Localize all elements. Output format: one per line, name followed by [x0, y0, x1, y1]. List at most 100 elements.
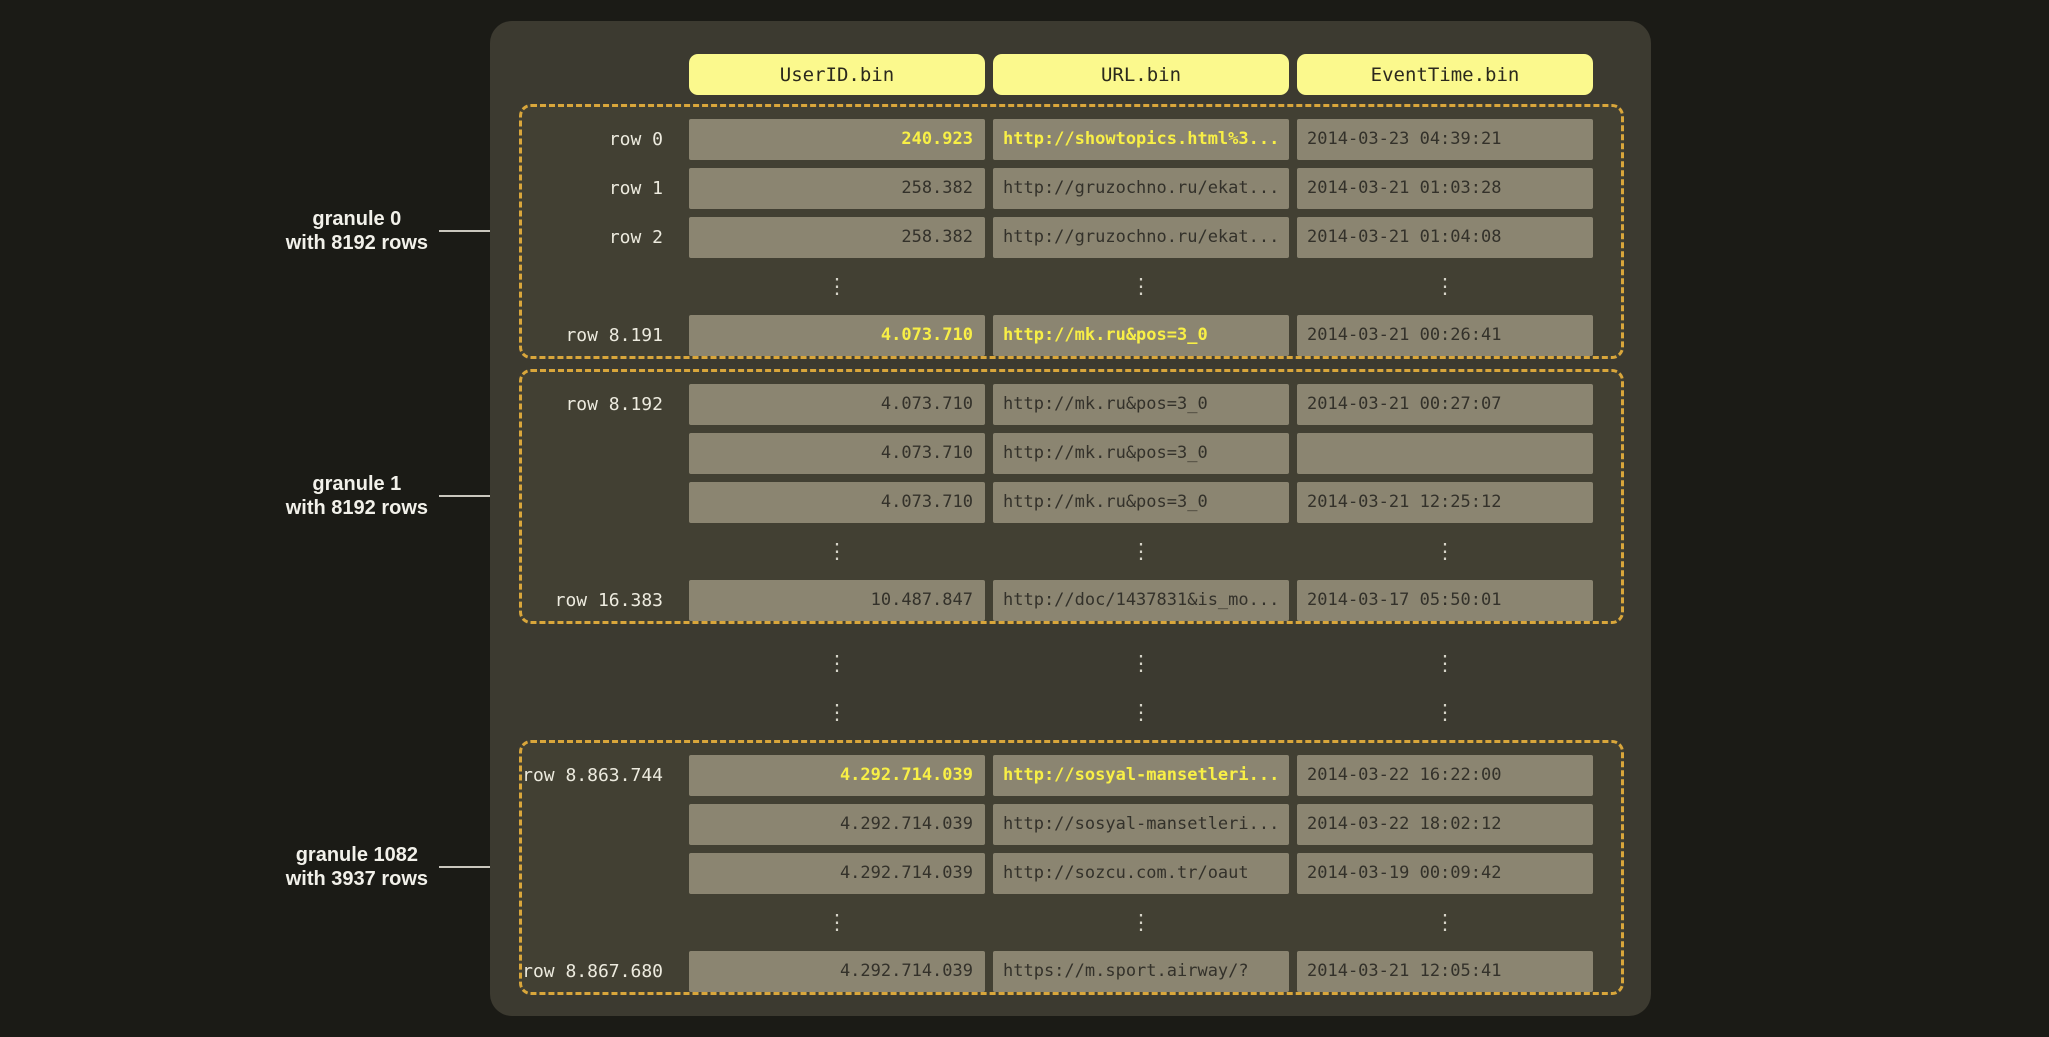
ellipsis-row: ⋮ ⋮ ⋮	[490, 902, 1651, 943]
cell-userid: 4.292.714.039	[689, 804, 985, 845]
cell-url: http://gruzochno.ru/ekat...	[993, 168, 1289, 209]
table-row: row 16.383 10.487.847 http://doc/1437831…	[490, 580, 1651, 621]
ellipsis-glyph: ⋮	[1297, 531, 1593, 572]
granule-name: granule 0	[286, 207, 428, 231]
cell-url: http://sosyal-mansetleri...	[993, 804, 1289, 845]
ellipsis-glyph: ⋮	[993, 692, 1289, 733]
cell-userid: 240.923	[689, 119, 985, 160]
cell-eventtime: 2014-03-22 18:02:12	[1297, 804, 1593, 845]
cell-url: http://mk.ru&pos=3_0	[993, 315, 1289, 356]
ellipsis-glyph: ⋮	[689, 266, 985, 307]
table-row: 4.292.714.039 http://sosyal-mansetleri..…	[490, 804, 1651, 845]
granule-1-label: granule 1 with 8192 rows	[286, 472, 516, 520]
cell-eventtime: 2014-03-21 01:03:28	[1297, 168, 1593, 209]
granule-rowcount: with 8192 rows	[286, 496, 428, 520]
cell-userid: 4.073.710	[689, 315, 985, 356]
ellipsis-glyph: ⋮	[993, 643, 1289, 684]
granule-1082-label-text: granule 1082 with 3937 rows	[286, 843, 428, 891]
ellipsis-glyph: ⋮	[993, 266, 1289, 307]
cell-url: http://doc/1437831&is_mo...	[993, 580, 1289, 621]
separator-ellipsis-row: ⋮ ⋮ ⋮	[490, 643, 1651, 684]
ellipsis-glyph: ⋮	[1297, 643, 1593, 684]
cell-eventtime: 2014-03-21 12:25:12	[1297, 482, 1593, 523]
cell-eventtime: 2014-03-23 04:39:21	[1297, 119, 1593, 160]
cell-userid: 258.382	[689, 168, 985, 209]
row-label	[490, 692, 681, 733]
ellipsis-glyph: ⋮	[689, 692, 985, 733]
row-label: row 8.863.744	[490, 755, 681, 796]
cell-url: http://mk.ru&pos=3_0	[993, 482, 1289, 523]
row-label: row 0	[490, 119, 681, 160]
cell-eventtime: 2014-03-21 12:05:41	[1297, 951, 1593, 992]
table-row: row 0 240.923 http://showtopics.html%3..…	[490, 119, 1651, 160]
cell-url: https://m.sport.airway/?	[993, 951, 1289, 992]
table-row: 4.073.710 http://mk.ru&pos=3_0	[490, 433, 1651, 474]
cell-eventtime: 2014-03-22 16:22:00	[1297, 755, 1593, 796]
table-row: row 2 258.382 http://gruzochno.ru/ekat..…	[490, 217, 1651, 258]
cell-url: http://sozcu.com.tr/oaut	[993, 853, 1289, 894]
cell-eventtime	[1297, 433, 1593, 474]
cell-userid: 4.073.710	[689, 384, 985, 425]
table-row: 4.073.710 http://mk.ru&pos=3_0 2014-03-2…	[490, 482, 1651, 523]
row-label: row 16.383	[490, 580, 681, 621]
ellipsis-row: ⋮ ⋮ ⋮	[490, 266, 1651, 307]
cell-eventtime: 2014-03-21 00:27:07	[1297, 384, 1593, 425]
column-files-panel: UserID.bin URL.bin EventTime.bin row 0 2…	[490, 21, 1651, 1016]
row-label	[490, 643, 681, 684]
row-label	[490, 531, 681, 572]
cell-userid: 4.292.714.039	[689, 951, 985, 992]
cell-userid: 10.487.847	[689, 580, 985, 621]
granule-0-label: granule 0 with 8192 rows	[286, 207, 516, 255]
cell-url: http://mk.ru&pos=3_0	[993, 433, 1289, 474]
ellipsis-glyph: ⋮	[993, 531, 1289, 572]
granule-1082-label: granule 1082 with 3937 rows	[286, 843, 516, 891]
cell-userid: 4.073.710	[689, 482, 985, 523]
row-label: row 8.191	[490, 315, 681, 356]
cell-url: http://showtopics.html%3...	[993, 119, 1289, 160]
ellipsis-glyph: ⋮	[1297, 692, 1593, 733]
ellipsis-glyph: ⋮	[689, 643, 985, 684]
ellipsis-glyph: ⋮	[689, 902, 985, 943]
cell-eventtime: 2014-03-19 00:09:42	[1297, 853, 1593, 894]
row-label: row 2	[490, 217, 681, 258]
ellipsis-row: ⋮ ⋮ ⋮	[490, 531, 1651, 572]
row-label: row 1	[490, 168, 681, 209]
granule-name: granule 1082	[286, 843, 428, 867]
granule-0-label-text: granule 0 with 8192 rows	[286, 207, 428, 255]
row-label	[490, 804, 681, 845]
ellipsis-glyph: ⋮	[689, 531, 985, 572]
table-row: row 8.863.744 4.292.714.039 http://sosya…	[490, 755, 1651, 796]
row-label	[490, 902, 681, 943]
row-label: row 8.192	[490, 384, 681, 425]
row-label	[490, 433, 681, 474]
row-label: row 8.867.680	[490, 951, 681, 992]
column-headers: UserID.bin URL.bin EventTime.bin	[490, 54, 1651, 95]
row-label	[490, 853, 681, 894]
cell-userid: 4.073.710	[689, 433, 985, 474]
table-row: 4.292.714.039 http://sozcu.com.tr/oaut 2…	[490, 853, 1651, 894]
cell-url: http://mk.ru&pos=3_0	[993, 384, 1289, 425]
table-row: row 8.867.680 4.292.714.039 https://m.sp…	[490, 951, 1651, 992]
ellipsis-glyph: ⋮	[993, 902, 1289, 943]
ellipsis-glyph: ⋮	[1297, 902, 1593, 943]
column-header-url: URL.bin	[993, 54, 1289, 95]
cell-eventtime: 2014-03-17 05:50:01	[1297, 580, 1593, 621]
cell-userid: 258.382	[689, 217, 985, 258]
cell-eventtime: 2014-03-21 01:04:08	[1297, 217, 1593, 258]
granule-name: granule 1	[286, 472, 428, 496]
header-spacer	[490, 54, 681, 95]
cell-userid: 4.292.714.039	[689, 755, 985, 796]
cell-url: http://sosyal-mansetleri...	[993, 755, 1289, 796]
table-row: row 1 258.382 http://gruzochno.ru/ekat..…	[490, 168, 1651, 209]
cell-url: http://gruzochno.ru/ekat...	[993, 217, 1289, 258]
row-label	[490, 266, 681, 307]
table-row: row 8.191 4.073.710 http://mk.ru&pos=3_0…	[490, 315, 1651, 356]
granule-1-label-text: granule 1 with 8192 rows	[286, 472, 428, 520]
separator-ellipsis-row: ⋮ ⋮ ⋮	[490, 692, 1651, 733]
ellipsis-glyph: ⋮	[1297, 266, 1593, 307]
cell-eventtime: 2014-03-21 00:26:41	[1297, 315, 1593, 356]
table-row: row 8.192 4.073.710 http://mk.ru&pos=3_0…	[490, 384, 1651, 425]
row-label	[490, 482, 681, 523]
granule-rowcount: with 8192 rows	[286, 231, 428, 255]
column-header-eventtime: EventTime.bin	[1297, 54, 1593, 95]
